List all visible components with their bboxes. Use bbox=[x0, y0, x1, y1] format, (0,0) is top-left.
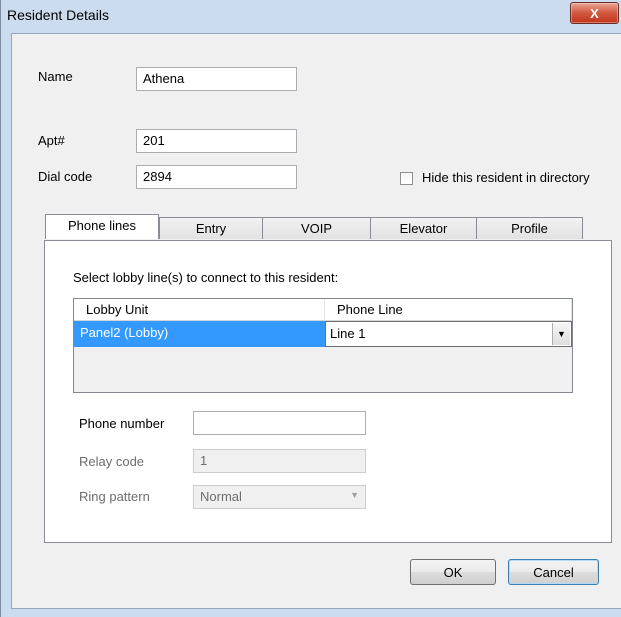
name-field[interactable]: Athena bbox=[136, 67, 297, 91]
phone-lines-panel: Select lobby line(s) to connect to this … bbox=[44, 240, 612, 543]
apt-label: Apt# bbox=[38, 133, 65, 148]
dialcode-label: Dial code bbox=[38, 169, 93, 184]
hide-resident-checkbox[interactable] bbox=[400, 172, 413, 185]
tab-entry-label: Entry bbox=[195, 221, 227, 236]
dialcode-field[interactable]: 2894 bbox=[136, 165, 297, 189]
lobby-lines-grid[interactable]: Lobby Unit Phone Line Panel2 (Lobby) Lin… bbox=[73, 298, 573, 393]
column-header-lobby-unit[interactable]: Lobby Unit bbox=[74, 299, 325, 321]
chevron-down-icon[interactable]: ▼ bbox=[552, 323, 570, 345]
ring-pattern-dropdown: Normal ▼ bbox=[193, 485, 366, 509]
tab-elevator-label: Elevator bbox=[399, 221, 448, 236]
chevron-down-icon: ▼ bbox=[350, 490, 359, 500]
phone-line-dropdown[interactable]: Line 1 ▼ bbox=[325, 321, 572, 347]
ok-button[interactable]: OK bbox=[410, 559, 496, 585]
dialog-window: Resident Details X Name Athena Apt# 201 … bbox=[0, 0, 621, 617]
table-row[interactable]: Panel2 (Lobby) Line 1 ▼ bbox=[74, 321, 572, 347]
ring-pattern-value: Normal bbox=[200, 489, 242, 504]
phone-number-field[interactable] bbox=[193, 411, 366, 435]
phone-number-label: Phone number bbox=[79, 416, 165, 431]
name-label: Name bbox=[38, 69, 73, 84]
instruction-text: Select lobby line(s) to connect to this … bbox=[73, 270, 339, 285]
title-bar[interactable]: Resident Details X bbox=[1, 0, 621, 33]
tab-voip-label: VOIP bbox=[300, 221, 333, 236]
tab-elevator[interactable]: Elevator bbox=[370, 217, 477, 239]
close-button[interactable]: X bbox=[570, 2, 619, 24]
tab-voip[interactable]: VOIP bbox=[262, 217, 371, 239]
window-title: Resident Details bbox=[7, 7, 109, 23]
hide-resident-label: Hide this resident in directory bbox=[422, 170, 590, 185]
relay-code-field: 1 bbox=[193, 449, 366, 473]
column-header-phone-line[interactable]: Phone Line bbox=[325, 299, 572, 321]
lobby-unit-cell[interactable]: Panel2 (Lobby) bbox=[74, 321, 325, 347]
ring-pattern-label: Ring pattern bbox=[79, 489, 150, 504]
tab-profile-label: Profile bbox=[511, 221, 548, 236]
tab-phone-lines[interactable]: Phone lines bbox=[45, 214, 159, 239]
tab-profile[interactable]: Profile bbox=[476, 217, 583, 239]
dialog-body: Name Athena Apt# 201 Dial code 2894 Hide… bbox=[11, 33, 621, 609]
close-icon: X bbox=[590, 5, 599, 21]
cancel-button[interactable]: Cancel bbox=[508, 559, 599, 585]
tab-phone-lines-label: Phone lines bbox=[68, 218, 136, 233]
phone-line-value: Line 1 bbox=[330, 326, 366, 341]
tab-entry[interactable]: Entry bbox=[159, 217, 263, 239]
relay-code-label: Relay code bbox=[79, 454, 145, 469]
apt-field[interactable]: 201 bbox=[136, 129, 297, 153]
